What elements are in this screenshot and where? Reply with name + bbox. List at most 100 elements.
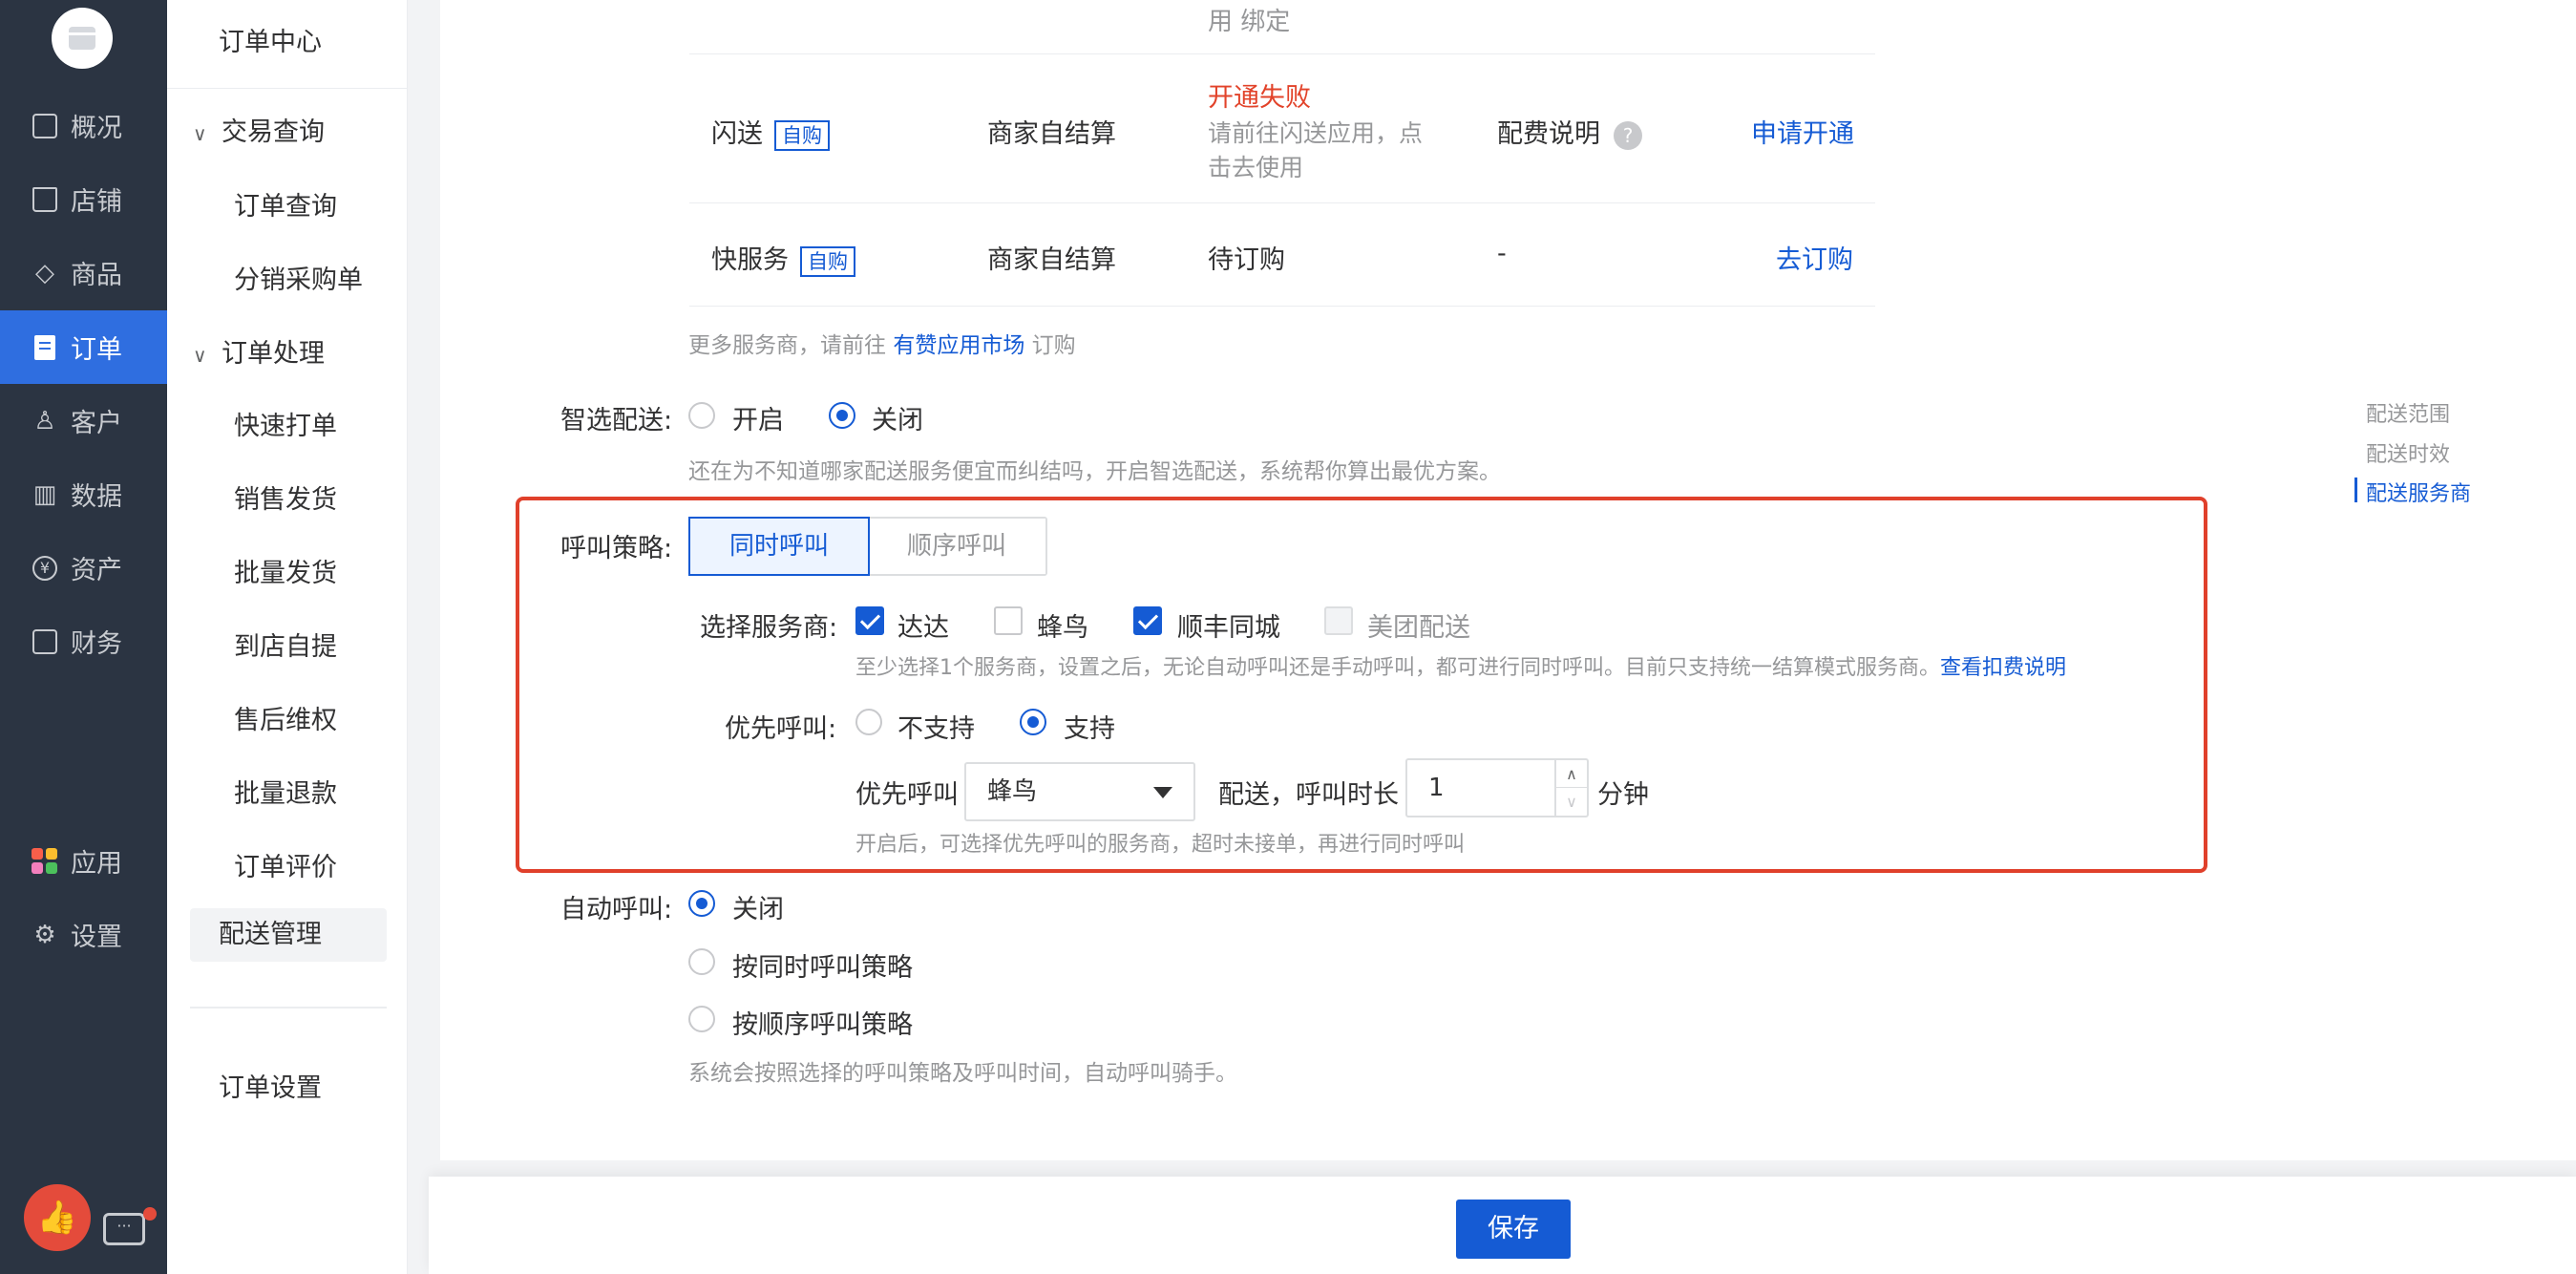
call-duration-stepper[interactable]: 1 ∧ ∨	[1405, 758, 1589, 817]
stepper-down-icon[interactable]: ∨	[1556, 788, 1587, 816]
select-value: 蜂鸟	[987, 777, 1038, 806]
finance-icon	[31, 627, 59, 656]
subnav-item-quick-print[interactable]: 快速打单	[234, 405, 337, 442]
secondary-nav: 订单中心 ∨ 交易查询 订单查询 分销采购单 ∨ 订单处理 快速打单 销售发货 批量…	[167, 0, 408, 1274]
subnav-item-batch-ship[interactable]: 批量发货	[234, 552, 337, 589]
radio-label: 开启	[732, 406, 784, 435]
auto-call-off-radio[interactable]	[688, 890, 715, 917]
priority-mid-text: 配送，呼叫时长	[1218, 780, 1399, 810]
subnav-item-delivery-management[interactable]: 配送管理	[190, 908, 387, 962]
subnav-item-order-review[interactable]: 订单评价	[234, 846, 337, 883]
call-strategy-label: 呼叫策略:	[560, 534, 673, 563]
nav-item-label: 财务	[71, 629, 122, 659]
checkbox-label: 美团配送	[1367, 613, 1470, 643]
tab-sequential-call[interactable]: 顺序呼叫	[868, 519, 1045, 574]
divider	[190, 1007, 387, 1009]
nav-item-customer[interactable]: ♙ 客户	[0, 384, 167, 457]
caret-down-icon	[1153, 787, 1172, 798]
settlement-mode: 商家自结算	[987, 245, 1116, 275]
priority-supported-radio[interactable]	[1020, 709, 1046, 735]
checkbox-label: 顺丰同城	[1177, 613, 1280, 643]
table-cell-fragment: 用 绑定	[1208, 8, 1291, 36]
smart-delivery-off-radio[interactable]	[829, 402, 855, 429]
nav-item-apps[interactable]: 应用	[0, 824, 167, 898]
subnav-item-distribution[interactable]: 分销采购单	[234, 259, 363, 296]
nav-item-label: 商品	[71, 261, 122, 290]
nav-item-assets[interactable]: ¥ 资产	[0, 531, 167, 605]
apps-icon	[31, 847, 59, 876]
gear-icon: ⚙	[33, 920, 56, 949]
radio-label: 关闭	[732, 895, 784, 924]
notification-dot	[143, 1207, 157, 1221]
app-market-link[interactable]: 有赞应用市场	[893, 333, 1024, 358]
radio-label: 按顺序呼叫策略	[732, 1010, 913, 1040]
fee-description-link[interactable]: 查看扣费说明	[1940, 656, 2066, 680]
subnav-group-order-processing[interactable]: ∨ 订单处理	[193, 332, 325, 370]
tab-simultaneous-call[interactable]: 同时呼叫	[688, 517, 870, 576]
nav-item-label: 客户	[71, 409, 122, 438]
stepper-up-icon[interactable]: ∧	[1556, 760, 1587, 788]
auto-call-simultaneous-radio[interactable]	[688, 948, 715, 975]
self-purchase-tag: 自购	[800, 245, 855, 277]
monitor-icon	[31, 112, 59, 140]
subnav-item-sales-ship[interactable]: 销售发货	[234, 478, 337, 516]
status-text: 开通失败	[1208, 83, 1311, 113]
anchor-delivery-range[interactable]: 配送范围	[2366, 397, 2450, 428]
table-row-divider	[689, 53, 1875, 54]
anchor-delivery-time[interactable]: 配送时效	[2366, 437, 2450, 468]
checkbox-fengniao[interactable]	[994, 606, 1023, 635]
status-note: 请前往闪送应用，点	[1208, 119, 1424, 147]
bar-chart-icon: ▥	[32, 479, 57, 509]
nav-item-order[interactable]: 订单	[0, 310, 167, 384]
subnav-item-after-sales[interactable]: 售后维权	[234, 699, 337, 736]
anchor-active-indicator	[2354, 478, 2357, 502]
subnav-title: 订单中心	[219, 28, 322, 57]
smart-delivery-hint: 还在为不知道哪家配送服务便宜而纠结吗，开启智选配送，系统帮你算出最优方案。	[688, 459, 1501, 484]
store-logo-icon	[69, 27, 95, 50]
thumbs-up-icon[interactable]: 👍	[24, 1184, 91, 1251]
provider-name: 闪送 自购	[711, 113, 830, 151]
fee-description: -	[1497, 239, 1507, 268]
question-icon[interactable]: ?	[1614, 120, 1642, 150]
nav-item-data[interactable]: ▥ 数据	[0, 457, 167, 531]
radio-label: 不支持	[897, 714, 975, 744]
tag-icon: ◇	[35, 258, 54, 287]
subnav-group-trade-query[interactable]: ∨ 交易查询	[193, 111, 325, 148]
checkbox-shunfeng[interactable]	[1133, 606, 1162, 635]
checkbox-meituan[interactable]	[1324, 606, 1353, 635]
smart-delivery-on-radio[interactable]	[688, 402, 715, 429]
subnav-item-pickup[interactable]: 到店自提	[234, 626, 337, 663]
provider-name: 快服务 自购	[711, 239, 855, 277]
nav-item-goods[interactable]: ◇ 商品	[0, 236, 167, 309]
anchor-delivery-provider[interactable]: 配送服务商	[2366, 477, 2471, 507]
nav-item-label: 设置	[71, 923, 122, 952]
message-icon[interactable]: ···	[103, 1213, 145, 1245]
chevron-down-icon: ∨	[193, 344, 207, 367]
fee-description: 配费说明?	[1497, 113, 1642, 150]
subnav-item-batch-refund[interactable]: 批量退款	[234, 773, 337, 810]
nav-item-store[interactable]: 店铺	[0, 162, 167, 236]
stepper-value: 1	[1428, 774, 1445, 802]
auto-call-sequential-radio[interactable]	[688, 1006, 715, 1032]
subnav-item-order-query[interactable]: 订单查询	[234, 185, 337, 223]
checkbox-label: 蜂鸟	[1037, 613, 1088, 643]
stepper-controls: ∧ ∨	[1554, 760, 1587, 816]
priority-hint: 开启后，可选择优先呼叫的服务商，超时未接单，再进行同时呼叫	[855, 833, 1466, 857]
status-note: 击去使用	[1208, 154, 1304, 181]
apply-open-link[interactable]: 申请开通	[1751, 113, 1854, 150]
go-subscribe-link[interactable]: 去订购	[1776, 239, 1853, 276]
duration-unit: 分钟	[1597, 780, 1649, 810]
nav-item-overview[interactable]: 概况	[0, 89, 167, 162]
subnav-item-order-settings[interactable]: 订单设置	[219, 1067, 322, 1104]
nav-item-settings[interactable]: ⚙ 设置	[0, 898, 167, 971]
priority-unsupported-radio[interactable]	[855, 709, 882, 735]
more-providers-hint: 更多服务商，请前往 有赞应用市场 订购	[688, 333, 1076, 358]
priority-provider-select[interactable]: 蜂鸟	[964, 762, 1195, 821]
main-nav: 概况 店铺 ◇ 商品 订单 ♙ 客户 ▥ 数据 ¥ 资产 财务 应用 ⚙ 设置 …	[0, 0, 167, 1274]
shop-logo[interactable]	[52, 8, 113, 69]
save-button[interactable]: 保存	[1456, 1200, 1571, 1259]
nav-item-finance[interactable]: 财务	[0, 605, 167, 678]
checkbox-dada[interactable]	[855, 606, 884, 635]
nav-item-label: 概况	[71, 114, 122, 143]
nav-item-label: 订单	[71, 335, 122, 365]
